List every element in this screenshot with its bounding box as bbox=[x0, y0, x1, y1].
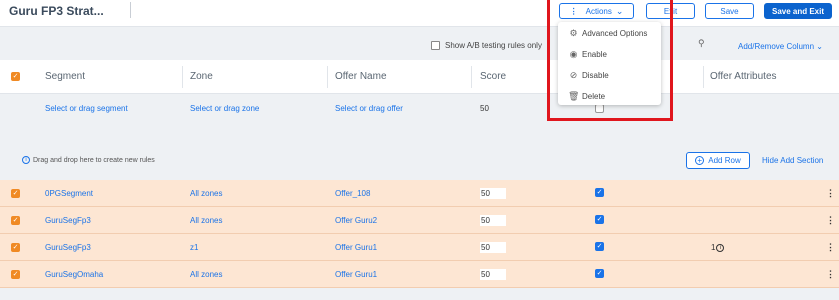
plus-circle-icon: + bbox=[695, 156, 705, 165]
row-enabled-checkbox[interactable]: ✓ bbox=[595, 269, 604, 278]
table-row[interactable]: ✓ GuruSegOmaha All zones Offer Guru1 50 … bbox=[0, 261, 839, 288]
row-offer[interactable]: Offer Guru1 bbox=[335, 270, 377, 279]
table-row[interactable]: ✓ 0PGSegment All zones Offer_108 50 ✓ ⋮ bbox=[0, 180, 839, 207]
row-select-checkbox[interactable]: ✓ bbox=[11, 216, 20, 225]
column-divider bbox=[327, 66, 328, 88]
hide-add-section-link[interactable]: Hide Add Section bbox=[762, 156, 823, 165]
row-score-input[interactable]: 50 bbox=[480, 242, 506, 253]
add-row-button[interactable]: + Add Row bbox=[686, 152, 750, 169]
ab-testing-label: Show A/B testing rules only bbox=[445, 41, 542, 50]
row-more-icon[interactable]: ⋮ bbox=[826, 188, 835, 199]
row-offer[interactable]: Offer Guru1 bbox=[335, 243, 377, 252]
row-enabled-checkbox[interactable]: ✓ bbox=[595, 188, 604, 197]
table-row[interactable]: ✓ GuruSegFp3 z1 Offer Guru1 50 ✓ 1i ⋮ bbox=[0, 234, 839, 261]
annotation-highlight-box bbox=[547, 0, 673, 121]
select-all-checkbox[interactable]: ✓ bbox=[11, 72, 20, 81]
chevron-down-icon: ⌄ bbox=[816, 42, 823, 51]
save-button[interactable]: Save bbox=[705, 3, 754, 19]
add-remove-column-link[interactable]: Add/Remove Column ⌄ bbox=[738, 42, 823, 51]
column-divider bbox=[182, 66, 183, 88]
row-more-icon[interactable]: ⋮ bbox=[826, 242, 835, 253]
row-segment[interactable]: GuruSegFp3 bbox=[45, 216, 91, 225]
segment-select[interactable]: Select or drag segment bbox=[45, 104, 128, 113]
save-and-exit-button[interactable]: Save and Exit bbox=[764, 3, 832, 19]
column-header-score[interactable]: Score bbox=[480, 71, 506, 82]
column-divider bbox=[703, 66, 704, 88]
add-row-label: Add Row bbox=[708, 156, 741, 165]
drop-zone-hint: i Drag and drop here to create new rules bbox=[22, 156, 155, 164]
column-header-offer-attributes[interactable]: Offer Attributes bbox=[710, 71, 777, 82]
row-more-icon[interactable]: ⋮ bbox=[826, 215, 835, 226]
row-zone[interactable]: z1 bbox=[190, 243, 198, 252]
row-select-checkbox[interactable]: ✓ bbox=[11, 270, 20, 279]
row-enabled-checkbox[interactable]: ✓ bbox=[595, 242, 604, 251]
row-attr-count: 1 bbox=[711, 243, 716, 252]
table-toolbar: Show A/B testing rules only ⚲ Add/Remove… bbox=[0, 36, 839, 56]
row-offer[interactable]: Offer_108 bbox=[335, 189, 370, 198]
ab-testing-checkbox[interactable] bbox=[431, 41, 440, 50]
drop-zone-hint-text: Drag and drop here to create new rules bbox=[33, 156, 155, 164]
row-segment[interactable]: 0PGSegment bbox=[45, 189, 93, 198]
column-header-zone[interactable]: Zone bbox=[190, 71, 213, 82]
row-more-icon[interactable]: ⋮ bbox=[826, 269, 835, 280]
table-row[interactable]: ✓ GuruSegFp3 All zones Offer Guru2 50 ✓ … bbox=[0, 207, 839, 234]
row-zone[interactable]: All zones bbox=[190, 270, 222, 279]
add-remove-column-label: Add/Remove Column bbox=[738, 42, 815, 51]
search-icon[interactable]: ⚲ bbox=[698, 38, 705, 49]
row-zone[interactable]: All zones bbox=[190, 216, 222, 225]
row-score-input[interactable]: 50 bbox=[480, 215, 506, 226]
table-header: ✓ Segment Zone Offer Name Score Offer At… bbox=[0, 60, 839, 94]
title-divider bbox=[130, 2, 131, 18]
row-segment[interactable]: GuruSegOmaha bbox=[45, 270, 103, 279]
info-icon: i bbox=[22, 156, 30, 164]
column-header-offer-name[interactable]: Offer Name bbox=[335, 71, 387, 82]
page-title: Guru FP3 Strat... bbox=[9, 4, 104, 18]
row-enabled-checkbox[interactable]: ✓ bbox=[595, 215, 604, 224]
new-rule-score[interactable]: 50 bbox=[480, 104, 489, 113]
info-icon[interactable]: i bbox=[716, 243, 725, 252]
row-zone[interactable]: All zones bbox=[190, 189, 222, 198]
top-bar: Guru FP3 Strat... ⋮ Actions ⌄ Exit Save … bbox=[0, 0, 839, 27]
row-offer-attributes[interactable]: 1i bbox=[711, 243, 725, 252]
row-score-input[interactable]: 50 bbox=[480, 188, 506, 199]
row-score-input[interactable]: 50 bbox=[480, 269, 506, 280]
row-select-checkbox[interactable]: ✓ bbox=[11, 243, 20, 252]
column-header-segment[interactable]: Segment bbox=[45, 71, 85, 82]
drop-zone[interactable]: i Drag and drop here to create new rules bbox=[0, 122, 839, 179]
offer-select[interactable]: Select or drag offer bbox=[335, 104, 403, 113]
row-select-checkbox[interactable]: ✓ bbox=[11, 189, 20, 198]
row-offer[interactable]: Offer Guru2 bbox=[335, 216, 377, 225]
zone-select[interactable]: Select or drag zone bbox=[190, 104, 259, 113]
new-rule-row: Select or drag segment Select or drag zo… bbox=[0, 94, 839, 122]
row-segment[interactable]: GuruSegFp3 bbox=[45, 243, 91, 252]
column-divider bbox=[471, 66, 472, 88]
